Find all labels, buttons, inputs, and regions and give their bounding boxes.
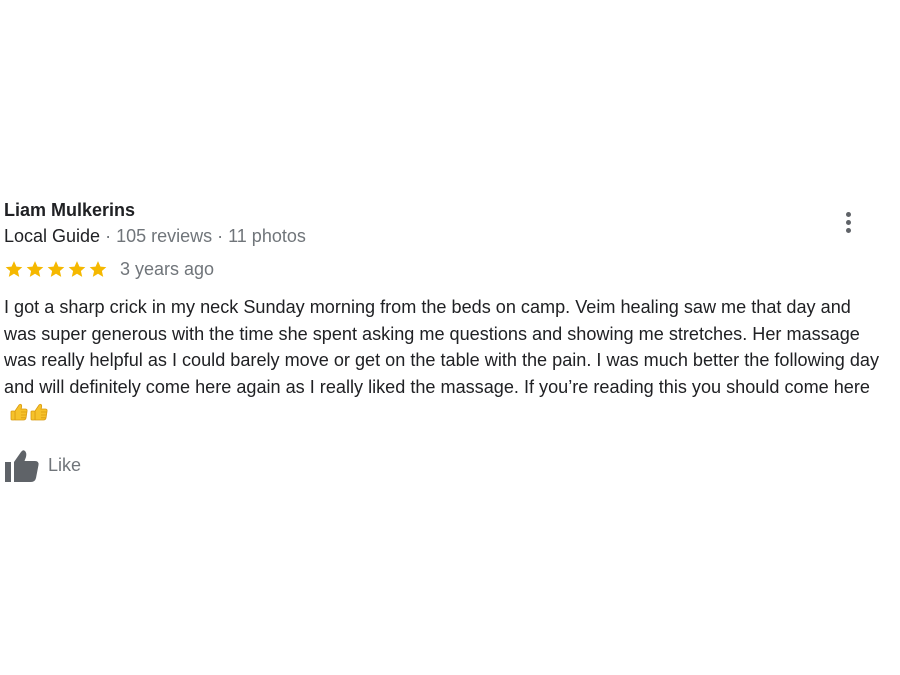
meta-separator: · <box>217 226 224 246</box>
thumbs-up-emoji-icon <box>9 402 29 422</box>
meta-separator: · <box>105 226 112 246</box>
thumbs-up-icon <box>4 449 40 483</box>
thumbs-up-emoji-icon <box>29 402 49 422</box>
like-button[interactable]: Like <box>4 449 888 483</box>
author-meta: Local Guide · 105 reviews · 11 photos <box>4 224 888 248</box>
local-guide-label[interactable]: Local Guide <box>4 226 100 246</box>
review-time: 3 years ago <box>120 259 215 279</box>
star-icon <box>4 259 24 279</box>
star-icon <box>88 259 108 279</box>
author-name[interactable]: Liam Mulkerins <box>4 198 888 222</box>
star-icon <box>46 259 66 279</box>
star-rating <box>4 259 108 279</box>
reviews-count: 105 reviews <box>116 226 213 246</box>
review-emojis <box>9 402 49 422</box>
review-card: Liam Mulkerins Local Guide · 105 reviews · 1… <box>4 198 888 483</box>
more-options-button[interactable] <box>834 208 862 236</box>
rating-row: 3 years ago <box>4 257 888 281</box>
more-vertical-icon <box>845 211 851 217</box>
star-icon <box>67 259 87 279</box>
review-text-content: I got a sharp crick in my neck Sunday mo… <box>4 297 880 397</box>
review-text: I got a sharp crick in my neck Sunday mo… <box>4 294 888 427</box>
like-label: Like <box>48 455 82 475</box>
star-icon <box>25 259 45 279</box>
photos-count: 11 photos <box>228 226 306 246</box>
